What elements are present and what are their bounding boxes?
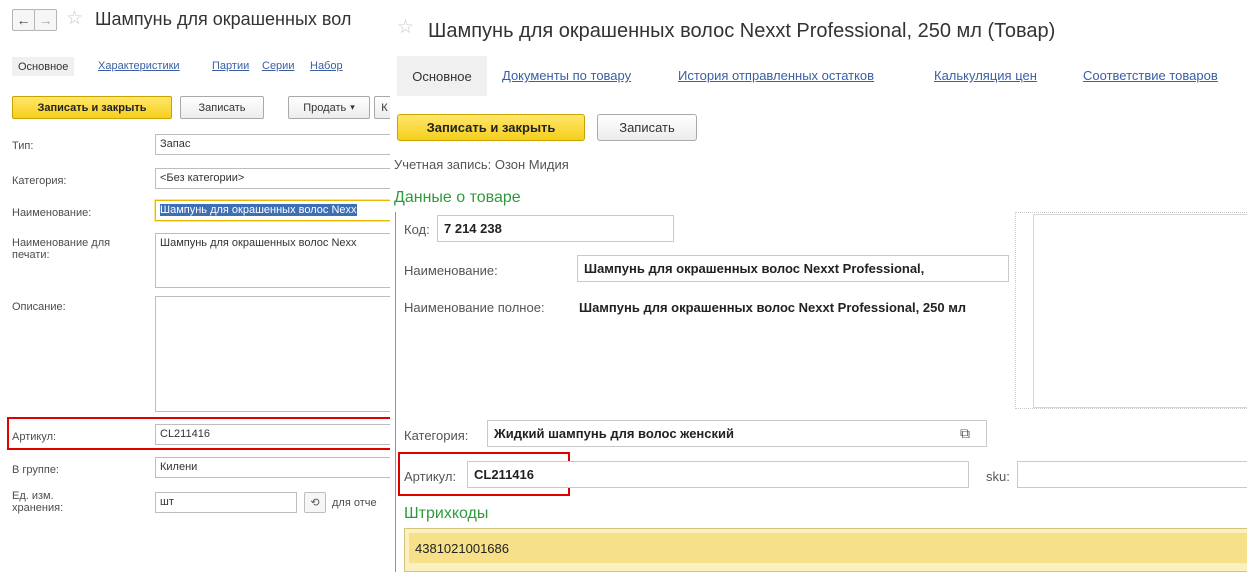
name-field[interactable]: Шампунь для окрашенных волос Nexx — [155, 200, 390, 221]
type-field[interactable]: Запас — [155, 134, 390, 155]
right-save-button[interactable]: Записать — [597, 114, 697, 141]
category-label: Категория: — [12, 175, 67, 187]
full-name-label: Наименование полное: — [404, 300, 545, 315]
barcodes-group-title: Штрихкоды — [404, 505, 489, 522]
name-field-selected-text: Шампунь для окрашенных волос Nexx — [160, 204, 357, 216]
barcodes-table[interactable]: 4381021001686 — [404, 528, 1247, 572]
name-field[interactable]: Шампунь для окрашенных волос Nexxt Profe… — [577, 255, 1009, 282]
article-field[interactable]: CL211416 — [467, 461, 969, 488]
favorite-star-icon[interactable]: ☆ — [397, 18, 414, 37]
print-name-label: Наименование для печати: — [12, 237, 111, 261]
group-label: В группе: — [12, 464, 59, 476]
article-label: Артикул: — [12, 431, 57, 443]
unit-label: Ед. изм. хранения: — [12, 490, 64, 514]
unit-suffix-label: для отче — [332, 497, 377, 509]
left-save-button[interactable]: Записать — [180, 96, 264, 119]
category-label: Категория: — [404, 428, 469, 443]
account-label: Учетная запись: Озон Мидия — [394, 157, 569, 172]
left-save-close-button[interactable]: Записать и закрыть — [12, 96, 172, 119]
category-field[interactable]: Жидкий шампунь для волос женский — [487, 420, 987, 447]
unit-history-icon[interactable]: ⟲ — [304, 492, 326, 513]
forward-arrow-icon[interactable]: → — [34, 9, 57, 31]
left-tab-main[interactable]: Основное — [12, 57, 75, 76]
left-tab-characteristics[interactable]: Характеристики — [98, 60, 180, 72]
right-tab-stock-history[interactable]: История отправленных остатков — [678, 68, 874, 83]
right-tab-documents[interactable]: Документы по товару — [502, 68, 631, 83]
name-label: Наименование: — [404, 263, 498, 278]
code-label: Код: — [404, 222, 430, 237]
group-field[interactable]: Килени — [155, 457, 390, 478]
left-tab-batches[interactable]: Партии — [212, 60, 249, 72]
barcode-row[interactable]: 4381021001686 — [409, 533, 1247, 563]
type-label: Тип: — [12, 140, 34, 152]
favorite-star-icon[interactable]: ☆ — [66, 9, 83, 28]
description-field[interactable] — [155, 296, 390, 412]
right-window-title: Шампунь для окрашенных волос Nexxt Profe… — [428, 20, 1056, 42]
left-window-title: Шампунь для окрашенных вол — [95, 9, 352, 29]
dropdown-arrow-icon: ▾ — [350, 102, 355, 112]
right-tab-price-calc[interactable]: Калькуляция цен — [934, 68, 1037, 83]
left-sell-button[interactable]: Продать ▾ — [288, 96, 370, 119]
print-name-field[interactable]: Шампунь для окрашенных волос Nexx — [155, 233, 390, 288]
left-tab-set[interactable]: Набор — [310, 60, 343, 72]
left-sell-label: Продать — [303, 101, 347, 114]
group-divider-line — [395, 212, 396, 572]
sku-field[interactable] — [1017, 461, 1247, 488]
open-category-icon[interactable]: ⧉ — [960, 425, 970, 442]
image-frame[interactable] — [1033, 214, 1247, 408]
back-arrow-icon[interactable]: ← — [12, 9, 35, 31]
category-field[interactable]: <Без категории> — [155, 168, 390, 189]
article-label: Артикул: — [404, 469, 457, 484]
right-tab-main[interactable]: Основное — [397, 56, 487, 96]
sku-label: sku: — [986, 469, 1010, 484]
name-label: Наименование: — [12, 207, 92, 219]
left-tab-series[interactable]: Серии — [262, 60, 294, 72]
right-window: ☆ Шампунь для окрашенных волос Nexxt Pro… — [390, 0, 1247, 572]
unit-field[interactable]: шт — [155, 492, 297, 513]
code-field[interactable]: 7 214 238 — [437, 215, 674, 242]
right-save-close-button[interactable]: Записать и закрыть — [397, 114, 585, 141]
article-field[interactable]: CL211416 — [155, 424, 390, 445]
description-label: Описание: — [12, 301, 66, 313]
full-name-value: Шампунь для окрашенных волос Nexxt Profe… — [579, 300, 967, 315]
right-tab-product-match[interactable]: Соответствие товаров — [1083, 68, 1218, 83]
product-data-group-title: Данные о товаре — [394, 189, 521, 206]
